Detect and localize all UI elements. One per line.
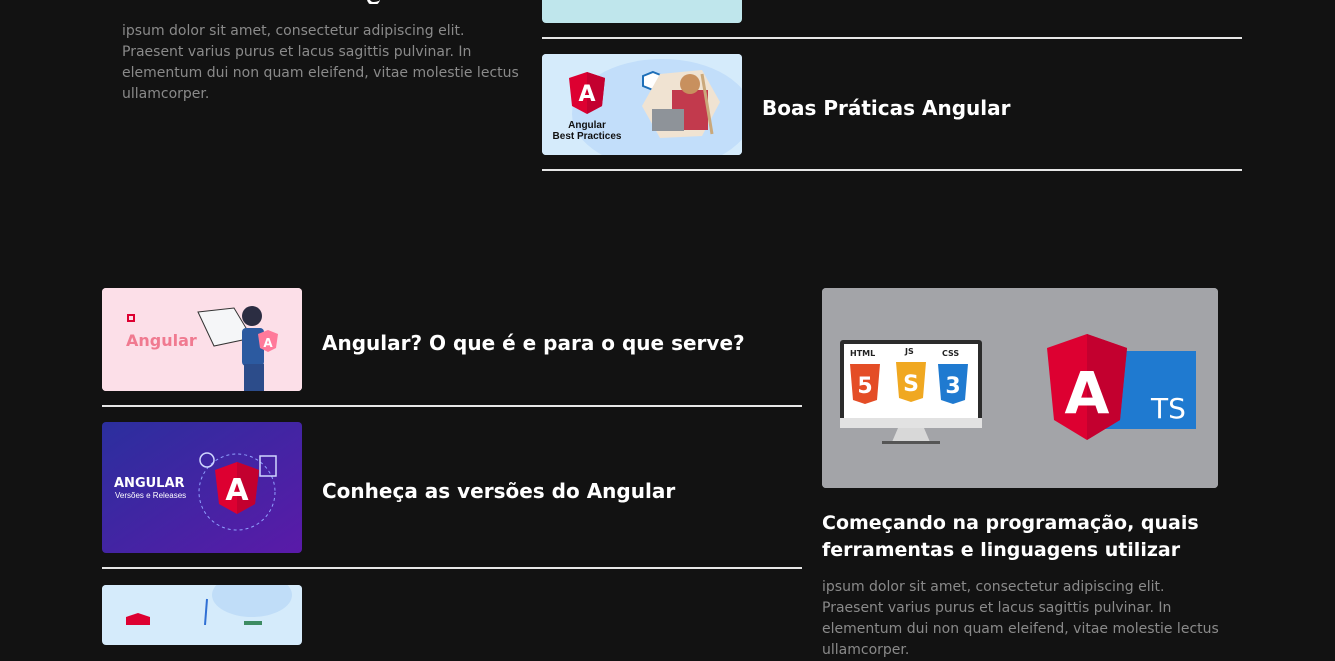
svg-text:A: A [225,473,249,508]
thumbnail-caption-line: Versões e Releases [115,491,187,500]
svg-text:A: A [263,336,273,350]
svg-text:A: A [1065,359,1110,427]
divider [542,37,1242,39]
web-technologies-image: 5 S 3 A [822,288,1218,488]
thumbnail-caption-line: Best Practices [552,131,622,142]
typescript-label: TS [1151,392,1186,425]
thumbnail-caption: Angular Best Practices [546,120,628,142]
svg-text:3: 3 [945,374,960,399]
featured-post-excerpt: ipsum dolor sit amet, consectetur adipis… [822,579,1219,658]
thumbnail-caption-line: ANGULAR [114,476,185,491]
post-card[interactable]: A ANGULAR Versões e Releases Conheça as … [102,422,802,553]
post-thumbnail[interactable]: A Angular [102,288,302,391]
post-card[interactable]: A Angular Best Practices Boas Práticas A… [542,54,1242,155]
js-label: JS [905,347,914,356]
post-title[interactable]: Boas Práticas Angular [762,96,1011,120]
thumbnail-caption: Angular [126,331,197,350]
post-thumbnail-image [102,585,302,625]
post-thumbnail[interactable]: A ANGULAR Versões e Releases [102,422,302,553]
divider [542,169,1242,171]
post-card[interactable]: A Angular Angular? O que é e para o que … [102,288,802,391]
divider [102,405,802,407]
thumbnail-caption: ANGULAR Versões e Releases [114,476,194,500]
featured-post-thumbnail[interactable]: 5 S 3 A HTML JS CSS TS [822,288,1218,488]
cutoff-post-title[interactable] [122,0,522,4]
post-title[interactable]: Conheça as versões do Angular [322,479,675,503]
featured-post-title[interactable]: Começando na programação, quais ferramen… [822,510,1202,564]
post-excerpt: ipsum dolor sit amet, consectetur adipis… [122,23,519,102]
divider [102,567,802,569]
svg-text:A: A [578,82,595,107]
post-thumbnail[interactable] [102,585,302,645]
svg-text:S: S [903,372,919,397]
post-title[interactable]: Angular? O que é e para o que serve? [322,331,745,355]
css3-label: CSS [942,349,960,358]
post-thumbnail[interactable]: A Angular Best Practices [542,54,742,155]
svg-text:5: 5 [857,374,872,399]
post-thumbnail[interactable] [542,0,742,23]
thumbnail-caption-line: Angular [568,120,606,131]
html5-label: HTML [850,349,876,358]
